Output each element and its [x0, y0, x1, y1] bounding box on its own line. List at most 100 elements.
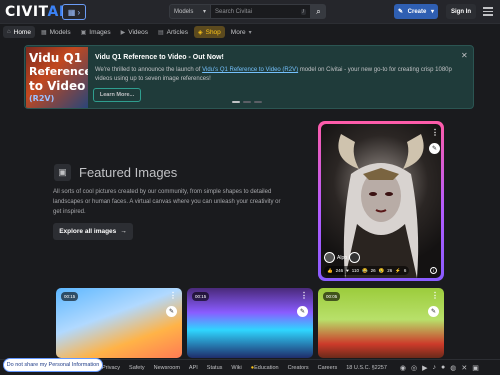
more-options-icon[interactable]: ⋮: [431, 128, 439, 137]
footer-link-privacy[interactable]: Privacy: [102, 365, 120, 371]
twitter-icon[interactable]: ✕: [461, 364, 467, 372]
more-options-icon[interactable]: ⋮: [431, 291, 439, 300]
arrow-right-icon: →: [120, 228, 127, 235]
author-strip[interactable]: Alpo: [324, 252, 361, 263]
duration-badge: 00:15: [61, 292, 79, 301]
videos-icon: ▶: [120, 29, 126, 36]
explore-all-images-button[interactable]: Explore all images →: [53, 223, 133, 240]
explore-label: Explore all images: [59, 228, 117, 235]
image-card[interactable]: 00:05 ⋮ ✎: [318, 288, 444, 358]
footer-link-wiki[interactable]: Wiki: [231, 365, 241, 371]
banner-body-text: We're thrilled to announce the launch of: [95, 67, 203, 73]
featured-title: Featured Images: [79, 165, 178, 180]
reaction-count: 26: [387, 268, 393, 273]
tiktok-icon[interactable]: ♪: [433, 364, 437, 372]
heart-icon[interactable]: ♥: [346, 268, 349, 273]
footer-link-newsroom[interactable]: Newsroom: [154, 365, 180, 371]
models-icon: ▦: [40, 29, 47, 36]
sign-in-button[interactable]: Sign In: [446, 4, 476, 19]
remix-icon[interactable]: ✎: [429, 143, 440, 154]
nav-label: More: [230, 28, 246, 36]
home-icon: ⌂: [7, 29, 11, 35]
nav-models[interactable]: ▦ Models: [37, 26, 75, 38]
footer-link-careers[interactable]: Careers: [318, 365, 338, 371]
nav-label: Videos: [128, 28, 148, 36]
nav-videos[interactable]: ▶ Videos: [117, 26, 152, 38]
logo-text-civit: CIVIT: [5, 4, 48, 20]
carousel-dot[interactable]: [232, 101, 240, 103]
banner-image[interactable]: Vidu Q1 Reference to Video (R2V): [26, 47, 88, 108]
banner-image-text: Reference: [29, 65, 88, 78]
social-icons: ◉ ◎ ▶ ♪ ● ◍ ✕ ▣: [400, 364, 479, 372]
search-icon: ⌕: [316, 6, 321, 16]
author-name: Alpo: [337, 254, 348, 261]
nav-label: Articles: [166, 28, 188, 36]
featured-image-card[interactable]: ✎ ⋮ Alpo 👍 246 ♥ 110 😂 26 😢 26 ⚡ 6 i: [318, 121, 444, 281]
cry-icon[interactable]: 😢: [379, 268, 385, 274]
image-card[interactable]: 00:15 ⋮ ✎: [187, 288, 313, 358]
remix-icon[interactable]: ✎: [166, 306, 177, 317]
banner-title: Vidu Q1 Reference to Video - Out Now!: [95, 54, 224, 61]
carousel-indicators: [232, 101, 262, 103]
banner-image-text: to Video: [29, 79, 86, 93]
civitai-logo[interactable]: CIVITAI: [5, 4, 65, 20]
remix-icon[interactable]: ✎: [428, 306, 439, 317]
search-input[interactable]: Search Civitai /: [211, 4, 311, 19]
instagram-icon[interactable]: ◎: [411, 364, 417, 372]
footer-link-creators[interactable]: Creators: [288, 365, 309, 371]
nav-more[interactable]: More ▾: [227, 26, 256, 38]
feature-switch-button[interactable]: ▦ ›: [62, 4, 86, 20]
banner-body-link[interactable]: Vidu's Q1 Reference to Video (R2V): [202, 67, 298, 73]
chevron-right-icon: ›: [77, 7, 81, 17]
learn-more-button[interactable]: Learn More...: [93, 88, 141, 102]
nav-label: Images: [89, 28, 111, 36]
hamburger-menu-icon[interactable]: [483, 6, 493, 17]
nav-articles[interactable]: ▤ Articles: [154, 26, 192, 38]
carousel-dot[interactable]: [254, 101, 262, 103]
image-card[interactable]: 00:15 ⋮ ✎: [56, 288, 182, 358]
thumbs-up-icon[interactable]: 👍: [327, 268, 333, 274]
support-icon[interactable]: ▣: [472, 364, 479, 372]
nav-label: Shop: [205, 28, 221, 36]
search-type-select[interactable]: Models ▾: [169, 4, 211, 19]
info-icon[interactable]: i: [430, 267, 437, 274]
search-button[interactable]: ⌕: [311, 4, 326, 19]
banner-image-text: (R2V): [29, 94, 55, 103]
footer-link-api[interactable]: API: [189, 365, 198, 371]
grid-icon: ▦: [67, 7, 76, 17]
main-nav: ⌂ Home ▦ Models ▣ Images ▶ Videos ▤ Articles …: [0, 24, 500, 40]
more-options-icon[interactable]: ⋮: [300, 291, 308, 300]
laugh-icon[interactable]: 😂: [362, 268, 368, 274]
discord-icon[interactable]: ◉: [400, 364, 406, 372]
footer-link-education[interactable]: ●Education: [251, 365, 279, 371]
nav-images[interactable]: ▣ Images: [77, 26, 115, 38]
close-icon[interactable]: ✕: [461, 51, 468, 60]
reaction-bar: 👍 246 ♥ 110 😂 26 😢 26 ⚡ 6: [324, 266, 410, 275]
banner-image-text: Vidu Q1: [29, 51, 83, 65]
nav-label: Home: [13, 28, 31, 36]
featured-images-icon: ▣: [54, 164, 71, 181]
nav-home[interactable]: ⌂ Home: [3, 26, 35, 38]
banner-body: We're thrilled to announce the launch of…: [95, 66, 465, 84]
youtube-icon[interactable]: ▶: [422, 364, 427, 372]
footer-link-2257[interactable]: 18 U.S.C. §2257: [346, 365, 387, 371]
bolt-icon[interactable]: ⚡: [395, 268, 401, 274]
announcement-banner: Vidu Q1 Reference to Video (R2V) Vidu Q1…: [24, 45, 474, 109]
create-label: Create: [407, 8, 427, 15]
more-options-icon[interactable]: ⋮: [169, 291, 177, 300]
search-placeholder: Search Civitai: [215, 8, 253, 15]
reaction-count: 26: [370, 268, 376, 273]
featured-description: All sorts of cool pictures created by ou…: [53, 189, 281, 215]
footer-link-status[interactable]: Status: [207, 365, 223, 371]
github-icon[interactable]: ◍: [450, 364, 456, 372]
create-button[interactable]: ✎ Create ▾: [394, 4, 438, 19]
featured-image[interactable]: ✎ ⋮ Alpo 👍 246 ♥ 110 😂 26 😢 26 ⚡ 6 i: [321, 124, 441, 278]
footer-link-safety[interactable]: Safety: [129, 365, 145, 371]
do-not-share-button[interactable]: Do not share my Personal Information: [3, 358, 103, 372]
reaction-count: 246: [335, 268, 344, 273]
avatar[interactable]: [324, 252, 335, 263]
reddit-icon[interactable]: ●: [441, 364, 445, 372]
remix-icon[interactable]: ✎: [297, 306, 308, 317]
carousel-dot[interactable]: [243, 101, 251, 103]
nav-shop[interactable]: ◈ Shop: [193, 26, 225, 38]
